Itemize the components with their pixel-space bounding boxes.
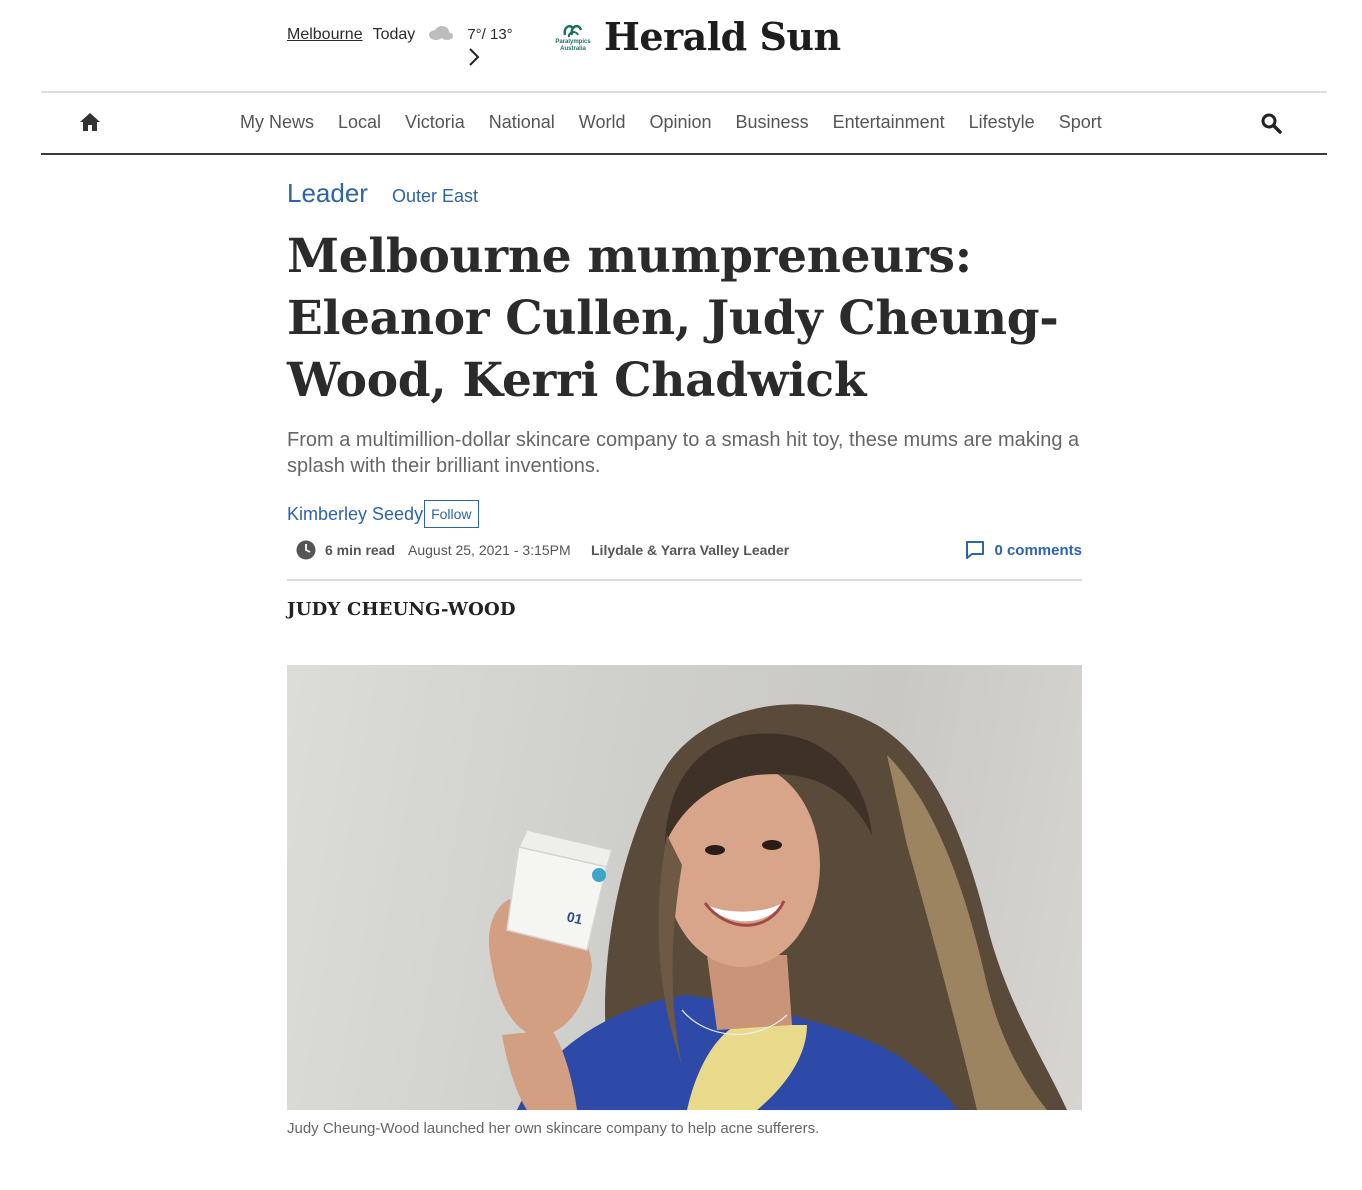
nav-item-world[interactable]: World: [579, 112, 626, 133]
nav-item-business[interactable]: Business: [736, 112, 809, 133]
chevron-right-icon[interactable]: [467, 47, 481, 67]
nav-item-national[interactable]: National: [489, 112, 555, 133]
nav-item-victoria[interactable]: Victoria: [405, 112, 465, 133]
search-icon[interactable]: [1260, 112, 1282, 134]
comments-count[interactable]: 0 comments: [994, 542, 1082, 559]
masthead: Melbourne Today 7°/ 13° Paralympics Aust…: [0, 0, 1362, 92]
paralympics-logo: Paralympics Australia: [550, 21, 596, 53]
main-nav: My News Local Victoria National World Op…: [41, 91, 1327, 155]
weather-widget[interactable]: Melbourne Today 7°/ 13°: [287, 26, 513, 67]
clock-icon: [296, 540, 316, 560]
article-meta: 6 min read August 25, 2021 - 3:15PM Lily…: [296, 540, 1082, 560]
byline: Kimberley Seedy Follow: [287, 500, 479, 528]
nav-item-opinion[interactable]: Opinion: [649, 112, 711, 133]
publication-name: Lilydale & Yarra Valley Leader: [591, 542, 790, 558]
nav-item-lifestyle[interactable]: Lifestyle: [969, 112, 1035, 133]
weather-day: Today: [372, 26, 416, 43]
nav-item-entertainment[interactable]: Entertainment: [833, 112, 945, 133]
article-standfirst: From a multimillion-dollar skincare comp…: [287, 429, 1080, 477]
cloud-icon: [429, 26, 454, 40]
nav-items: My News Local Victoria National World Op…: [240, 112, 1126, 133]
subsection-link[interactable]: Outer East: [392, 186, 478, 207]
site-title[interactable]: Herald Sun: [604, 14, 841, 59]
brand-logo[interactable]: Paralympics Australia Herald Sun: [550, 14, 841, 59]
section-link-leader[interactable]: Leader: [287, 178, 368, 209]
paralympics-logo-text: Paralympics Australia: [555, 38, 591, 52]
paralympics-agitos-icon: [563, 24, 583, 37]
skincare-jar: 01: [506, 829, 613, 951]
weather-temps: 7°/ 13°: [467, 26, 513, 43]
article-photo: 01: [287, 665, 1082, 1110]
nav-item-my-news[interactable]: My News: [240, 112, 314, 133]
publish-date: August 25, 2021 - 3:15PM: [408, 542, 571, 558]
weather-city-link[interactable]: Melbourne: [287, 26, 363, 44]
nav-item-sport[interactable]: Sport: [1059, 112, 1102, 133]
article-headline: Melbourne mumpreneurs: Eleanor Cullen, J…: [287, 229, 1059, 408]
article-subheading: JUDY CHEUNG-WOOD: [287, 599, 516, 620]
photo-illustration: 01: [488, 704, 1067, 1110]
photo-caption: Judy Cheung-Wood launched her own skinca…: [287, 1120, 820, 1137]
weather-temps-block: 7°/ 13°: [467, 26, 513, 67]
author-link[interactable]: Kimberley Seedy: [287, 500, 423, 528]
comment-icon: [966, 541, 985, 559]
comments-link[interactable]: 0 comments: [965, 540, 1082, 560]
follow-button[interactable]: Follow: [424, 500, 479, 528]
article-section: Leader Outer East: [287, 178, 478, 209]
divider: [287, 579, 1082, 581]
home-icon[interactable]: [79, 111, 101, 133]
nav-item-local[interactable]: Local: [338, 112, 381, 133]
read-time: 6 min read: [325, 542, 396, 558]
